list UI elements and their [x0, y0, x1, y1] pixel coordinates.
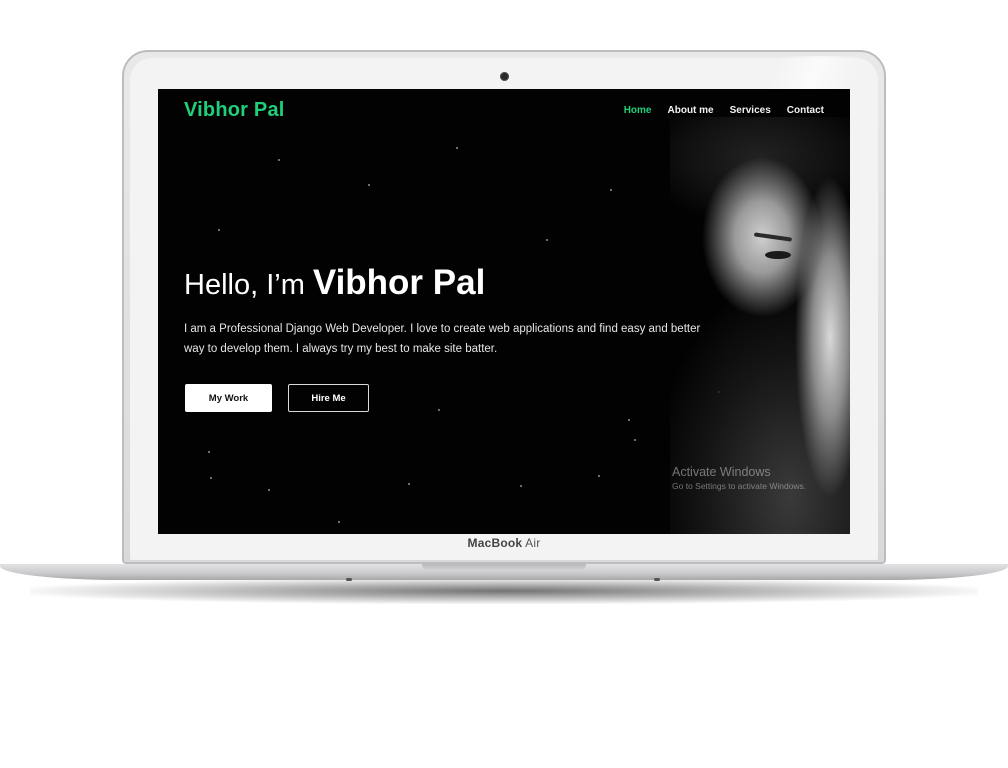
nav-services[interactable]: Services	[730, 105, 771, 116]
laptop-foot	[654, 578, 660, 581]
portrait-eye	[765, 251, 791, 259]
hero-greeting: Hello, I’m	[184, 269, 305, 301]
star-dot	[546, 239, 548, 241]
star-dot	[268, 489, 270, 491]
site-logo[interactable]: Vibhor Pal	[184, 99, 285, 122]
star-dot	[368, 184, 370, 186]
star-dot	[520, 485, 522, 487]
star-dot	[278, 159, 280, 161]
activate-windows-watermark: Activate Windows Go to Settings to activ…	[672, 465, 806, 491]
star-dot	[456, 147, 458, 149]
my-work-button[interactable]: My Work	[185, 384, 272, 412]
star-dot	[628, 419, 630, 421]
nav-home[interactable]: Home	[624, 105, 652, 116]
laptop-foot	[346, 578, 352, 581]
star-dot	[208, 451, 210, 453]
star-dot	[438, 409, 440, 411]
hero-heading: Hello, I’m Vibhor Pal	[184, 263, 485, 303]
watermark-title: Activate Windows	[672, 465, 771, 479]
website-screen: Vibhor Pal Home About me Services Contac…	[158, 89, 850, 534]
star-dot	[610, 189, 612, 191]
star-dot	[210, 477, 212, 479]
device-brand-label: MacBook Air	[0, 536, 1008, 550]
brand-bold: MacBook	[467, 536, 523, 550]
brand-rest: Air	[522, 536, 541, 550]
watermark-subtitle: Go to Settings to activate Windows.	[672, 481, 807, 491]
nav-contact[interactable]: Contact	[787, 105, 824, 116]
laptop-shadow	[30, 578, 978, 604]
nav-about[interactable]: About me	[668, 105, 714, 116]
star-dot	[634, 439, 636, 441]
portrait-brow	[753, 232, 793, 242]
laptop-notch	[422, 564, 586, 571]
star-dot	[338, 521, 340, 523]
main-nav: Home About me Services Contact	[624, 105, 824, 116]
star-dot	[598, 475, 600, 477]
hero-name: Vibhor Pal	[312, 263, 486, 302]
star-dot	[218, 229, 220, 231]
hero-description: I am a Professional Django Web Developer…	[184, 323, 701, 355]
camera-icon	[500, 72, 509, 81]
hire-me-button[interactable]: Hire Me	[288, 384, 369, 412]
star-dot	[408, 483, 410, 485]
